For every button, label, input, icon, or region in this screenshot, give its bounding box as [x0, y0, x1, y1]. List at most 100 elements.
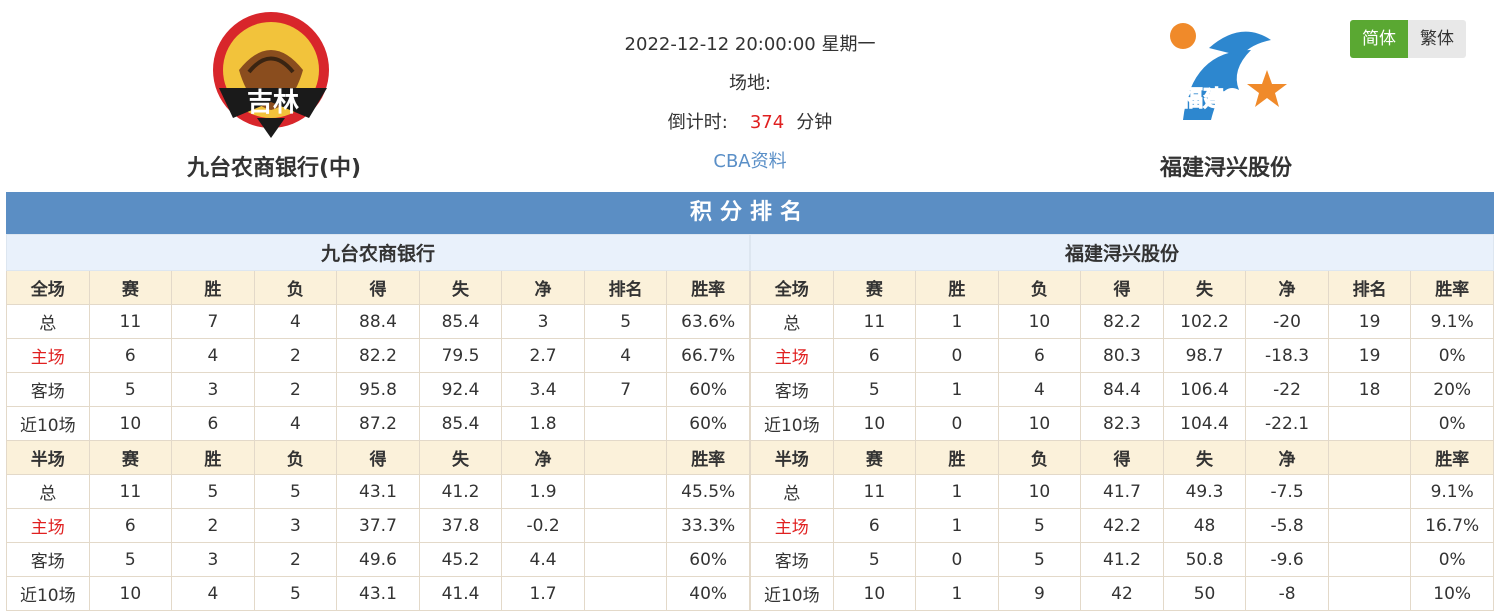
stat-cell: 7 — [583, 372, 668, 407]
countdown-unit: 分钟 — [796, 112, 833, 133]
stat-cell: 6 — [88, 508, 173, 543]
stat-cell: 4 — [583, 338, 668, 373]
stat-cell: 10 — [88, 576, 173, 611]
stat-cell: 19 — [1327, 338, 1412, 373]
row-label: 主场 — [6, 508, 90, 543]
stat-cell: 6 — [171, 406, 255, 441]
row-label: 客场 — [750, 542, 834, 577]
stat-cell: 106.4 — [1162, 372, 1247, 407]
countdown: 倒计时: 374 分钟 — [500, 103, 1000, 142]
countdown-value: 374 — [749, 112, 785, 133]
home-team-name[interactable]: 九台农商银行(中) — [144, 150, 404, 182]
stat-cell: 1.9 — [501, 474, 585, 509]
stat-cell — [583, 542, 668, 577]
svg-text:吉林: 吉林 — [247, 88, 299, 118]
stat-cell: 5 — [253, 474, 338, 509]
table-row: 客场 5 0 5 41.2 50.8 -9.6 0% — [750, 542, 1494, 577]
stat-cell: 3.4 — [501, 372, 585, 407]
stat-cell: -22.1 — [1245, 406, 1329, 441]
stat-cell: 10 — [997, 406, 1082, 441]
stat-cell: 50.8 — [1162, 542, 1247, 577]
stat-cell: 9.1% — [1410, 474, 1494, 509]
stat-cell: 82.2 — [1080, 304, 1164, 339]
full-header-row: 全场赛胜负得失净排名 胜率 — [750, 270, 1494, 305]
stat-cell: 41.7 — [1080, 474, 1164, 509]
stat-cell: 4 — [997, 372, 1082, 407]
stat-cell: 10 — [832, 406, 917, 441]
stat-cell: 2 — [253, 338, 338, 373]
home-team: 吉林 九台农商银行(中) — [144, 10, 404, 182]
table-row: 近10场 10 0 10 82.3 104.4 -22.1 0% — [750, 406, 1494, 441]
row-label: 客场 — [750, 372, 834, 407]
traditional-button[interactable]: 繁体 — [1408, 20, 1466, 58]
away-team-name[interactable]: 福建浔兴股份 — [1096, 150, 1356, 182]
jilin-tigers-logo-icon: 吉林 — [213, 12, 329, 138]
svg-text:福建: 福建 — [1180, 87, 1225, 112]
stat-cell: 5 — [832, 542, 917, 577]
stat-cell: 5 — [253, 576, 338, 611]
match-datetime: 2022-12-12 20:00:00 星期一 — [624, 34, 876, 55]
stat-cell: 5 — [583, 304, 668, 339]
row-label: 主场 — [750, 508, 834, 543]
stat-cell: 1 — [915, 508, 999, 543]
stat-cell: 41.4 — [418, 576, 503, 611]
stat-cell: 88.4 — [336, 304, 420, 339]
half-header-row: 半场赛胜负得失净胜率 — [6, 440, 750, 475]
stat-cell: 82.2 — [336, 338, 420, 373]
standings-section: 积分排名 九台农商银行 全场赛胜负得失净排名 胜率 总 11 7 4 88.4 85.4 3 5… — [6, 192, 1494, 611]
stat-cell: 11 — [88, 304, 173, 339]
stat-cell — [583, 474, 668, 509]
stat-cell: 2 — [171, 508, 255, 543]
stat-cell: 48 — [1162, 508, 1247, 543]
stat-cell: 2.7 — [501, 338, 585, 373]
stat-cell: 42.2 — [1080, 508, 1164, 543]
table-row: 总 11 7 4 88.4 85.4 3 5 63.6% — [6, 304, 750, 339]
stat-cell: 4 — [253, 406, 338, 441]
table-row: 近10场 10 6 4 87.2 85.4 1.8 60% — [6, 406, 750, 441]
stat-cell — [1327, 406, 1412, 441]
stat-cell — [583, 508, 668, 543]
league-info-link[interactable]: CBA资料 — [713, 151, 786, 172]
stat-cell — [1327, 576, 1412, 611]
stat-cell: 63.6% — [666, 304, 750, 339]
table-row: 客场 5 1 4 84.4 106.4 -22 18 20% — [750, 372, 1494, 407]
table-row: 近10场 10 4 5 43.1 41.4 1.7 40% — [6, 576, 750, 611]
stat-cell: 1 — [915, 474, 999, 509]
stat-cell: 92.4 — [418, 372, 503, 407]
stat-cell: 1 — [915, 372, 999, 407]
stat-cell: -22 — [1245, 372, 1329, 407]
stat-cell: 50 — [1162, 576, 1247, 611]
home-table-team-name: 九台农商银行 — [6, 234, 750, 271]
stat-cell: 60% — [666, 372, 750, 407]
stat-cell: 85.4 — [418, 304, 503, 339]
stat-cell: 3 — [171, 542, 255, 577]
stat-cell: 5 — [171, 474, 255, 509]
stat-cell: 82.3 — [1080, 406, 1164, 441]
stat-cell: 4 — [253, 304, 338, 339]
table-row: 近10场 10 1 9 42 50 -8 10% — [750, 576, 1494, 611]
stat-cell: 43.1 — [336, 576, 420, 611]
stat-cell: 20% — [1410, 372, 1494, 407]
stat-cell: 10 — [88, 406, 173, 441]
match-info: 2022-12-12 20:00:00 星期一 场地: 倒计时: 374 分钟 CB… — [500, 25, 1000, 181]
stat-cell: -20 — [1245, 304, 1329, 339]
stat-cell: 0 — [915, 406, 999, 441]
stat-cell: 41.2 — [418, 474, 503, 509]
stat-cell: 41.2 — [1080, 542, 1164, 577]
stat-cell: 3 — [501, 304, 585, 339]
venue: 场地: — [728, 73, 772, 94]
simplified-button[interactable]: 简体 — [1350, 20, 1408, 58]
stat-cell: -7.5 — [1245, 474, 1329, 509]
stat-cell: 6 — [832, 338, 917, 373]
stat-cell: 49.6 — [336, 542, 420, 577]
stat-cell: 5 — [997, 542, 1082, 577]
stat-cell: 3 — [253, 508, 338, 543]
stat-cell: 5 — [88, 372, 173, 407]
stat-cell: -8 — [1245, 576, 1329, 611]
table-row: 总 11 1 10 41.7 49.3 -7.5 9.1% — [750, 474, 1494, 509]
stat-cell: 33.3% — [666, 508, 750, 543]
stat-cell: 3 — [171, 372, 255, 407]
away-table-team-name: 福建浔兴股份 — [750, 234, 1494, 271]
stat-cell — [1327, 474, 1412, 509]
stat-cell: 84.4 — [1080, 372, 1164, 407]
